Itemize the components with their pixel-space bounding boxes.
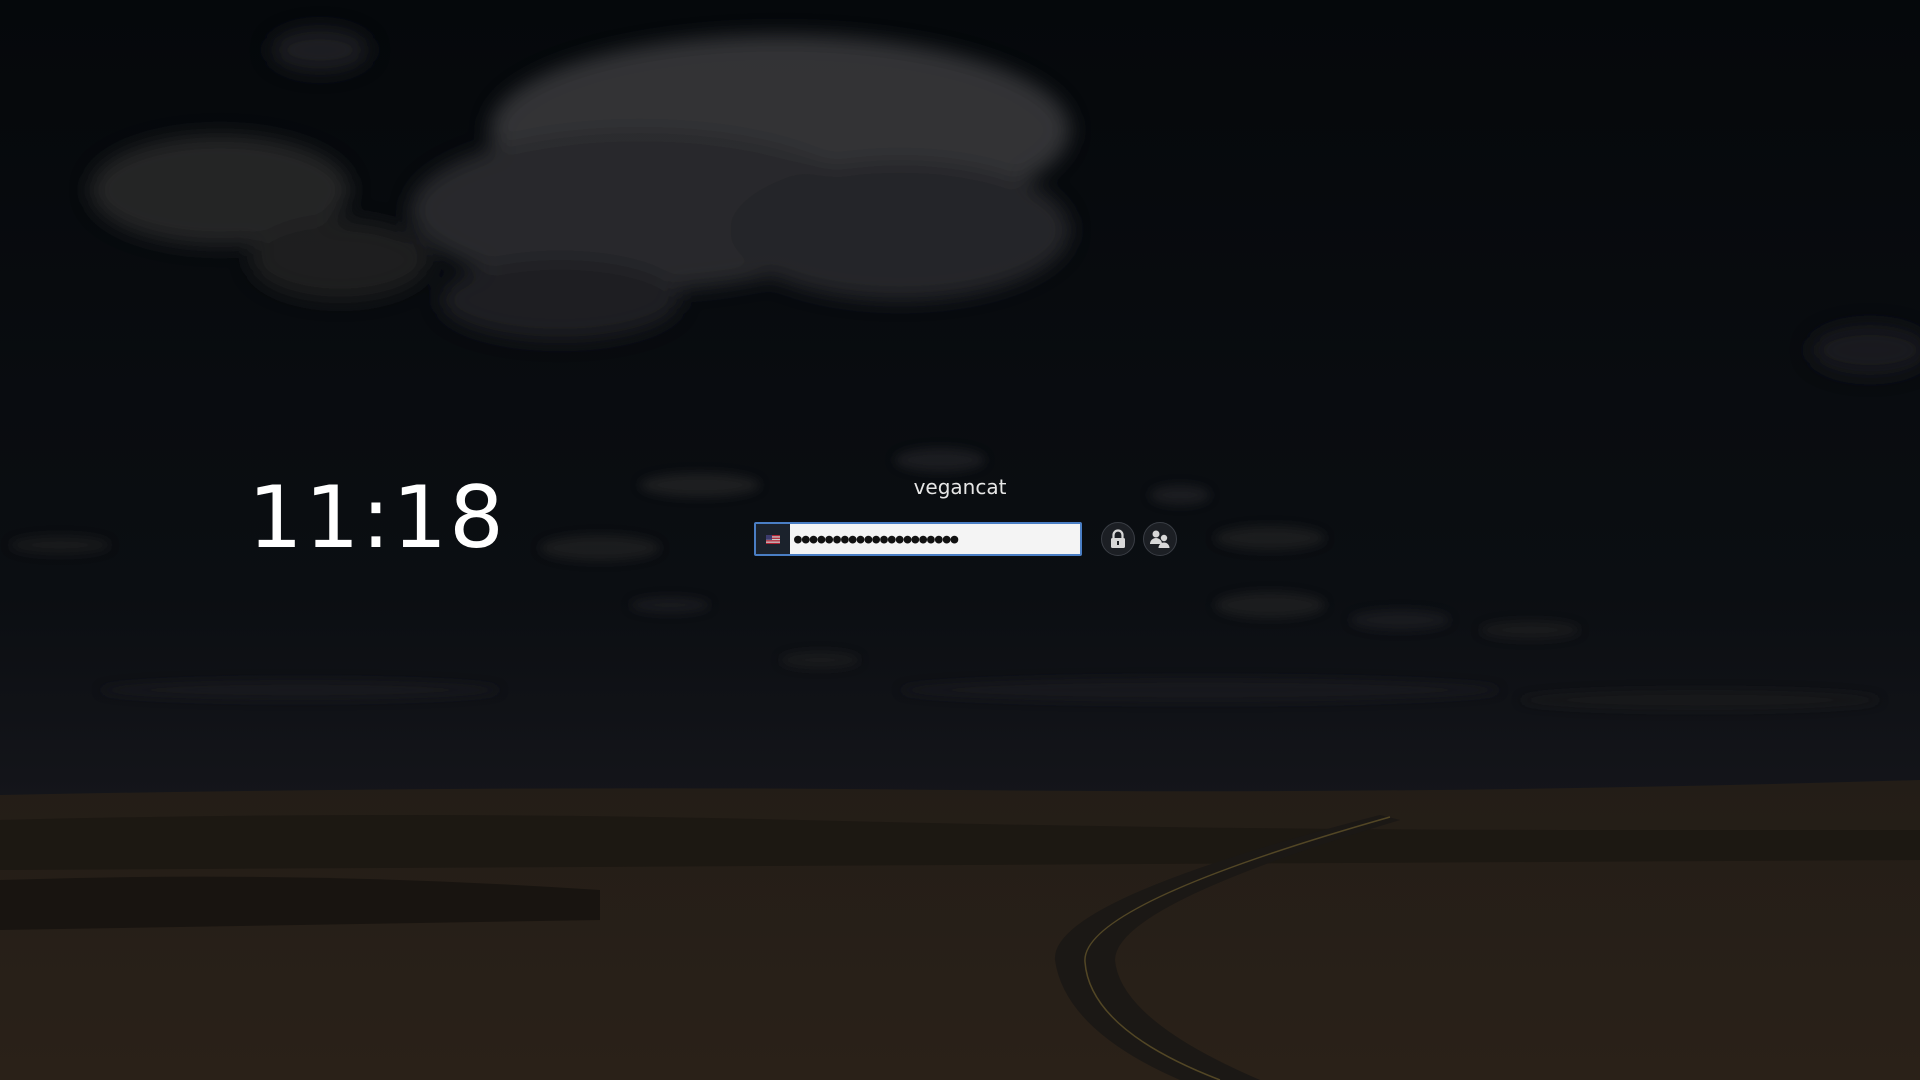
unlock-button[interactable]	[1101, 522, 1135, 556]
switch-user-button[interactable]	[1143, 522, 1177, 556]
password-box[interactable]	[754, 522, 1082, 556]
users-icon	[1150, 530, 1170, 548]
clock-time: 11:18	[248, 468, 506, 568]
username-label: vegancat	[913, 475, 1007, 499]
lock-icon	[1111, 529, 1125, 548]
lock-screen: 11:18 vegancat	[0, 0, 1920, 1080]
us-flag-icon[interactable]	[756, 524, 790, 554]
password-input[interactable]	[790, 524, 1080, 554]
